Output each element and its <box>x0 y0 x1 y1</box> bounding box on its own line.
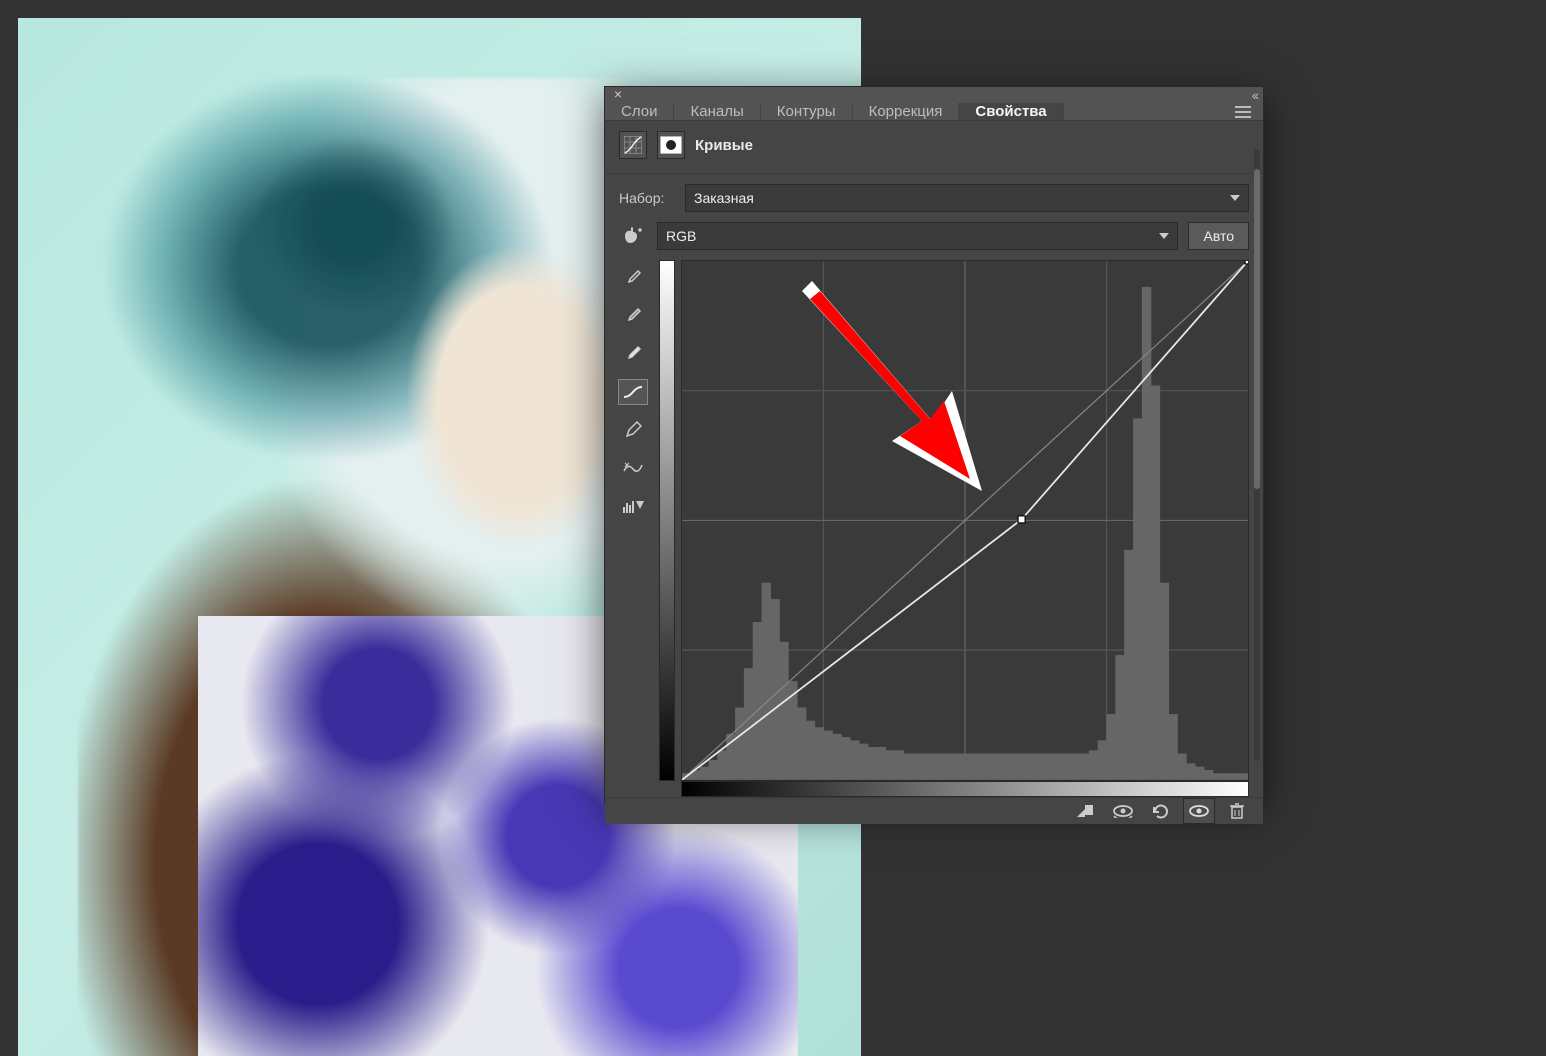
panel-tabs: Слои Каналы Контуры Коррекция Свойства <box>605 103 1263 121</box>
preset-value: Заказная <box>694 190 754 206</box>
eyedropper-gray-icon[interactable] <box>619 304 647 328</box>
chevron-down-icon <box>1159 233 1169 239</box>
smooth-tool-icon[interactable] <box>619 456 647 480</box>
curve-point-tool-icon[interactable] <box>619 380 647 404</box>
curve-tools <box>619 260 651 797</box>
toggle-visibility-previous-icon[interactable] <box>1107 798 1139 824</box>
eyedropper-black-icon[interactable] <box>619 266 647 290</box>
adjustment-subheader: Кривые <box>605 121 1263 174</box>
preset-label: Набор: <box>619 190 675 206</box>
tab-paths[interactable]: Контуры <box>761 103 853 120</box>
preset-select[interactable]: Заказная <box>685 184 1249 212</box>
clip-histogram-icon[interactable] <box>619 494 647 518</box>
panel-footer <box>605 797 1263 824</box>
channel-select[interactable]: RGB <box>657 222 1178 250</box>
chevron-down-icon <box>1230 195 1240 201</box>
toggle-visibility-icon[interactable] <box>1183 798 1215 824</box>
close-icon[interactable]: × <box>611 88 625 102</box>
targeted-adjustment-icon[interactable] <box>619 222 647 250</box>
adjustment-title: Кривые <box>695 137 753 154</box>
input-gradient <box>681 781 1249 797</box>
eyedropper-white-icon[interactable] <box>619 342 647 366</box>
tab-properties[interactable]: Свойства <box>959 103 1063 120</box>
channel-value: RGB <box>666 228 696 244</box>
panel-menu-icon[interactable] <box>1223 103 1263 120</box>
clip-to-layer-icon[interactable] <box>1069 798 1101 824</box>
pencil-tool-icon[interactable] <box>619 418 647 442</box>
curves-graph[interactable] <box>681 260 1249 781</box>
curves-icon[interactable] <box>619 131 647 159</box>
properties-panel: × ‹‹ Слои Каналы Контуры Коррекция Свойс… <box>604 86 1264 804</box>
tab-channels[interactable]: Каналы <box>674 103 760 120</box>
output-gradient <box>659 260 675 781</box>
reset-icon[interactable] <box>1145 798 1177 824</box>
tab-adjustments[interactable]: Коррекция <box>853 103 960 120</box>
tab-layers[interactable]: Слои <box>605 103 674 120</box>
trash-icon[interactable] <box>1221 798 1253 824</box>
auto-button[interactable]: Авто <box>1188 222 1249 250</box>
panel-scrollbar[interactable] <box>1254 149 1260 761</box>
collapse-icon[interactable]: ‹‹ <box>1252 87 1257 103</box>
layer-mask-icon[interactable] <box>657 131 685 159</box>
